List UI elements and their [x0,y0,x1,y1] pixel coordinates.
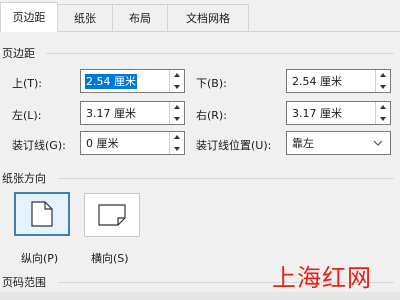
bottom-margin-value[interactable]: 2.54 厘米 [291,74,343,89]
landscape-button[interactable] [84,193,140,237]
spin-down-icon[interactable] [170,113,184,124]
top-margin-spinner[interactable]: 2.54 厘米 [80,69,185,93]
margins-section-title: 页边距 [2,47,35,60]
watermark-logo: 上海红网 [272,264,372,292]
right-margin-label: 右(R): [196,109,227,122]
spin-up-icon[interactable] [170,102,184,113]
left-margin-label: 左(L): [12,109,42,122]
tab-margins[interactable]: 页边距 [0,2,58,32]
tab-document-grid[interactable]: 文档网格 [167,4,249,31]
left-margin-arrows [169,102,184,124]
orientation-separator [58,178,394,179]
gutter-value[interactable]: 0 厘米 [85,136,120,151]
spin-up-icon[interactable] [376,70,390,81]
margins-separator [46,53,394,54]
gutter-position-value: 靠左 [292,137,314,150]
left-margin-spinner[interactable]: 3.17 厘米 [80,101,185,125]
right-margin-value[interactable]: 3.17 厘米 [291,106,343,121]
bottom-margin-label: 下(B): [196,77,227,90]
gutter-arrows [169,132,184,154]
spin-up-icon[interactable] [376,102,390,113]
left-margin-value[interactable]: 3.17 厘米 [85,106,137,121]
top-margin-label: 上(T): [12,77,43,90]
landscape-label[interactable]: 横向(S) [91,250,129,266]
gutter-position-select[interactable]: 靠左 [286,131,391,155]
spin-down-icon[interactable] [170,143,184,154]
spin-down-icon[interactable] [170,81,184,92]
portrait-page-icon [31,201,53,227]
portrait-button[interactable] [14,192,70,236]
gutter-label: 装订线(G): [12,139,66,152]
gutter-spinner[interactable]: 0 厘米 [80,131,185,155]
tab-bar: 页边距 纸张 布局 文档网格 [0,0,400,32]
gutter-position-label: 装订线位置(U): [196,139,272,152]
right-margin-arrows [375,102,390,124]
spin-up-icon[interactable] [170,70,184,81]
bottom-margin-arrows [375,70,390,92]
orientation-section-title: 纸张方向 [2,172,46,185]
tab-paper[interactable]: 纸张 [57,4,113,31]
portrait-label[interactable]: 纵向(P) [21,250,58,266]
spin-up-icon[interactable] [170,132,184,143]
bottom-margin-spinner[interactable]: 2.54 厘米 [286,69,391,93]
right-margin-spinner[interactable]: 3.17 厘米 [286,101,391,125]
spin-down-icon[interactable] [376,81,390,92]
pages-section-title: 页码范围 [2,276,46,289]
tab-layout[interactable]: 布局 [112,4,168,31]
bottom-strip [0,292,400,300]
top-margin-arrows [169,70,184,92]
top-margin-value[interactable]: 2.54 厘米 [85,74,137,89]
spin-down-icon[interactable] [376,113,390,124]
chevron-down-icon [373,140,383,146]
landscape-page-icon [98,204,126,226]
